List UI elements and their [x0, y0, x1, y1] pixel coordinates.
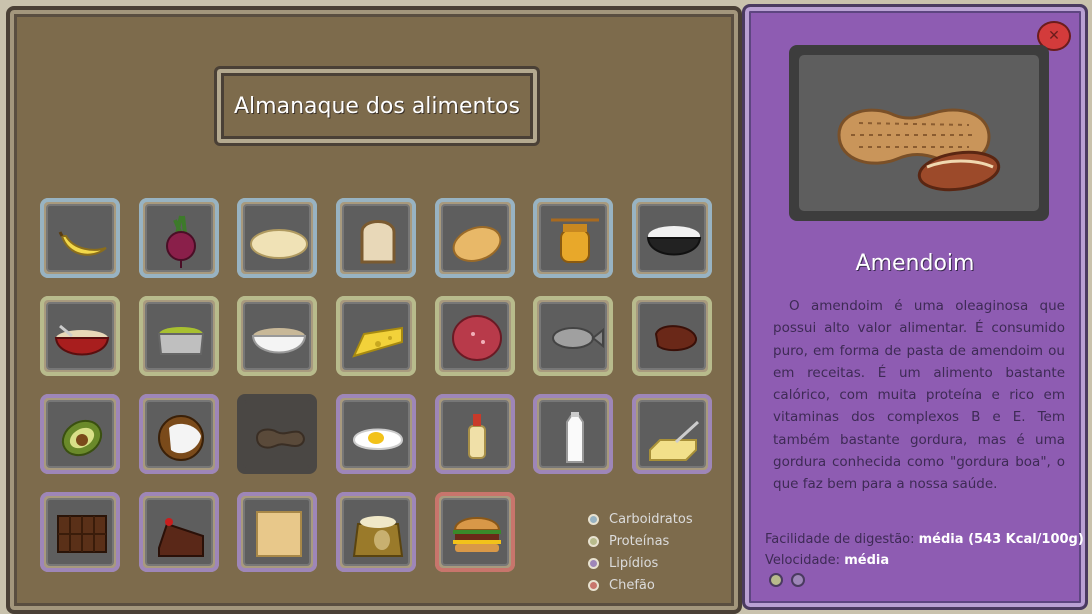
food-tile[interactable] [336, 492, 416, 572]
milk-bottle-icon [566, 412, 584, 463]
bread-slice-icon [360, 220, 396, 264]
food-tile[interactable] [435, 198, 515, 278]
food-tile[interactable] [435, 492, 515, 572]
fish-icon [552, 327, 604, 349]
food-tile[interactable] [40, 296, 120, 376]
legend-dot [588, 579, 599, 591]
butter-icon [649, 420, 700, 461]
food-tile[interactable] [632, 296, 712, 376]
food-tile[interactable] [336, 394, 416, 474]
digestion-row: Facilidade de digestão: média (543 Kcal/… [765, 532, 1084, 547]
oil-bottle-icon [468, 414, 486, 459]
food-tile[interactable] [533, 198, 613, 278]
food-tile[interactable] [632, 198, 712, 278]
food-photo-frame [789, 45, 1049, 221]
food-tile[interactable] [237, 296, 317, 376]
legend-item-boss: Chefão [588, 574, 693, 596]
legend-item-prot: Proteínas [588, 530, 693, 552]
food-tile[interactable] [139, 394, 219, 474]
burger-icon [453, 517, 501, 552]
legend-item-lip: Lipídios [588, 552, 693, 574]
rice-bowl-icon [646, 226, 702, 256]
food-tile[interactable] [533, 296, 613, 376]
avocado-icon [61, 419, 103, 457]
coconut-icon [158, 415, 204, 461]
fried-egg-icon [352, 428, 404, 450]
food-tile[interactable] [237, 198, 317, 278]
chocolate-bar-icon [57, 515, 107, 553]
legend-dot [588, 513, 599, 525]
food-tile[interactable] [237, 492, 317, 572]
food-tile[interactable] [139, 198, 219, 278]
peas-pot-icon [157, 327, 205, 355]
food-tile[interactable] [40, 492, 120, 572]
oatmeal-bowl-icon [54, 324, 110, 356]
tapioca-icon [250, 229, 308, 259]
peanut-icon [255, 428, 305, 449]
food-tile[interactable] [40, 394, 120, 474]
speed-row: Velocidade: média [765, 553, 890, 568]
bread-roll-icon [452, 226, 502, 262]
peanut-icon [837, 108, 1001, 192]
legend: Carboidratos Proteínas Lipídios Chefão [588, 508, 693, 596]
detail-panel: ✕ Amendoim O amendoim é uma oleaginosa q… [742, 4, 1088, 610]
food-tile[interactable] [40, 198, 120, 278]
food-tile[interactable] [139, 296, 219, 376]
almanac-board: Almanaque dos alimentos Carboidratos Pro… [6, 6, 742, 614]
cake-slice-icon [158, 518, 204, 557]
banana-icon [58, 231, 107, 256]
cheese-icon [352, 326, 403, 358]
legend-item-carb: Carboidratos [588, 508, 693, 530]
beans-bowl-icon [251, 328, 307, 354]
chips-bag-icon [352, 516, 404, 557]
food-tile[interactable] [435, 296, 515, 376]
food-stats: Facilidade de digestão: média (543 Kcal/… [765, 529, 1084, 571]
page-title: Almanaque dos alimentos [214, 66, 540, 146]
food-tile[interactable] [632, 394, 712, 474]
food-tile[interactable] [435, 394, 515, 474]
food-tile[interactable] [533, 394, 613, 474]
category-dot-protein [769, 573, 783, 587]
salami-icon [452, 315, 502, 361]
food-tile[interactable] [336, 296, 416, 376]
food-tile[interactable] [237, 394, 317, 474]
food-name: Amendoim [855, 251, 975, 276]
food-tile[interactable] [139, 492, 219, 572]
food-tile[interactable] [336, 198, 416, 278]
food-description: O amendoim é uma oleaginosa que possui a… [773, 298, 1065, 493]
category-dot-lipid [791, 573, 805, 587]
legend-dot [588, 535, 599, 547]
steak-icon [654, 325, 697, 352]
beet-icon [166, 215, 196, 268]
category-dots [769, 573, 805, 587]
honey-jar-icon [551, 218, 599, 263]
cracker-icon [256, 511, 302, 557]
legend-dot [588, 557, 599, 569]
